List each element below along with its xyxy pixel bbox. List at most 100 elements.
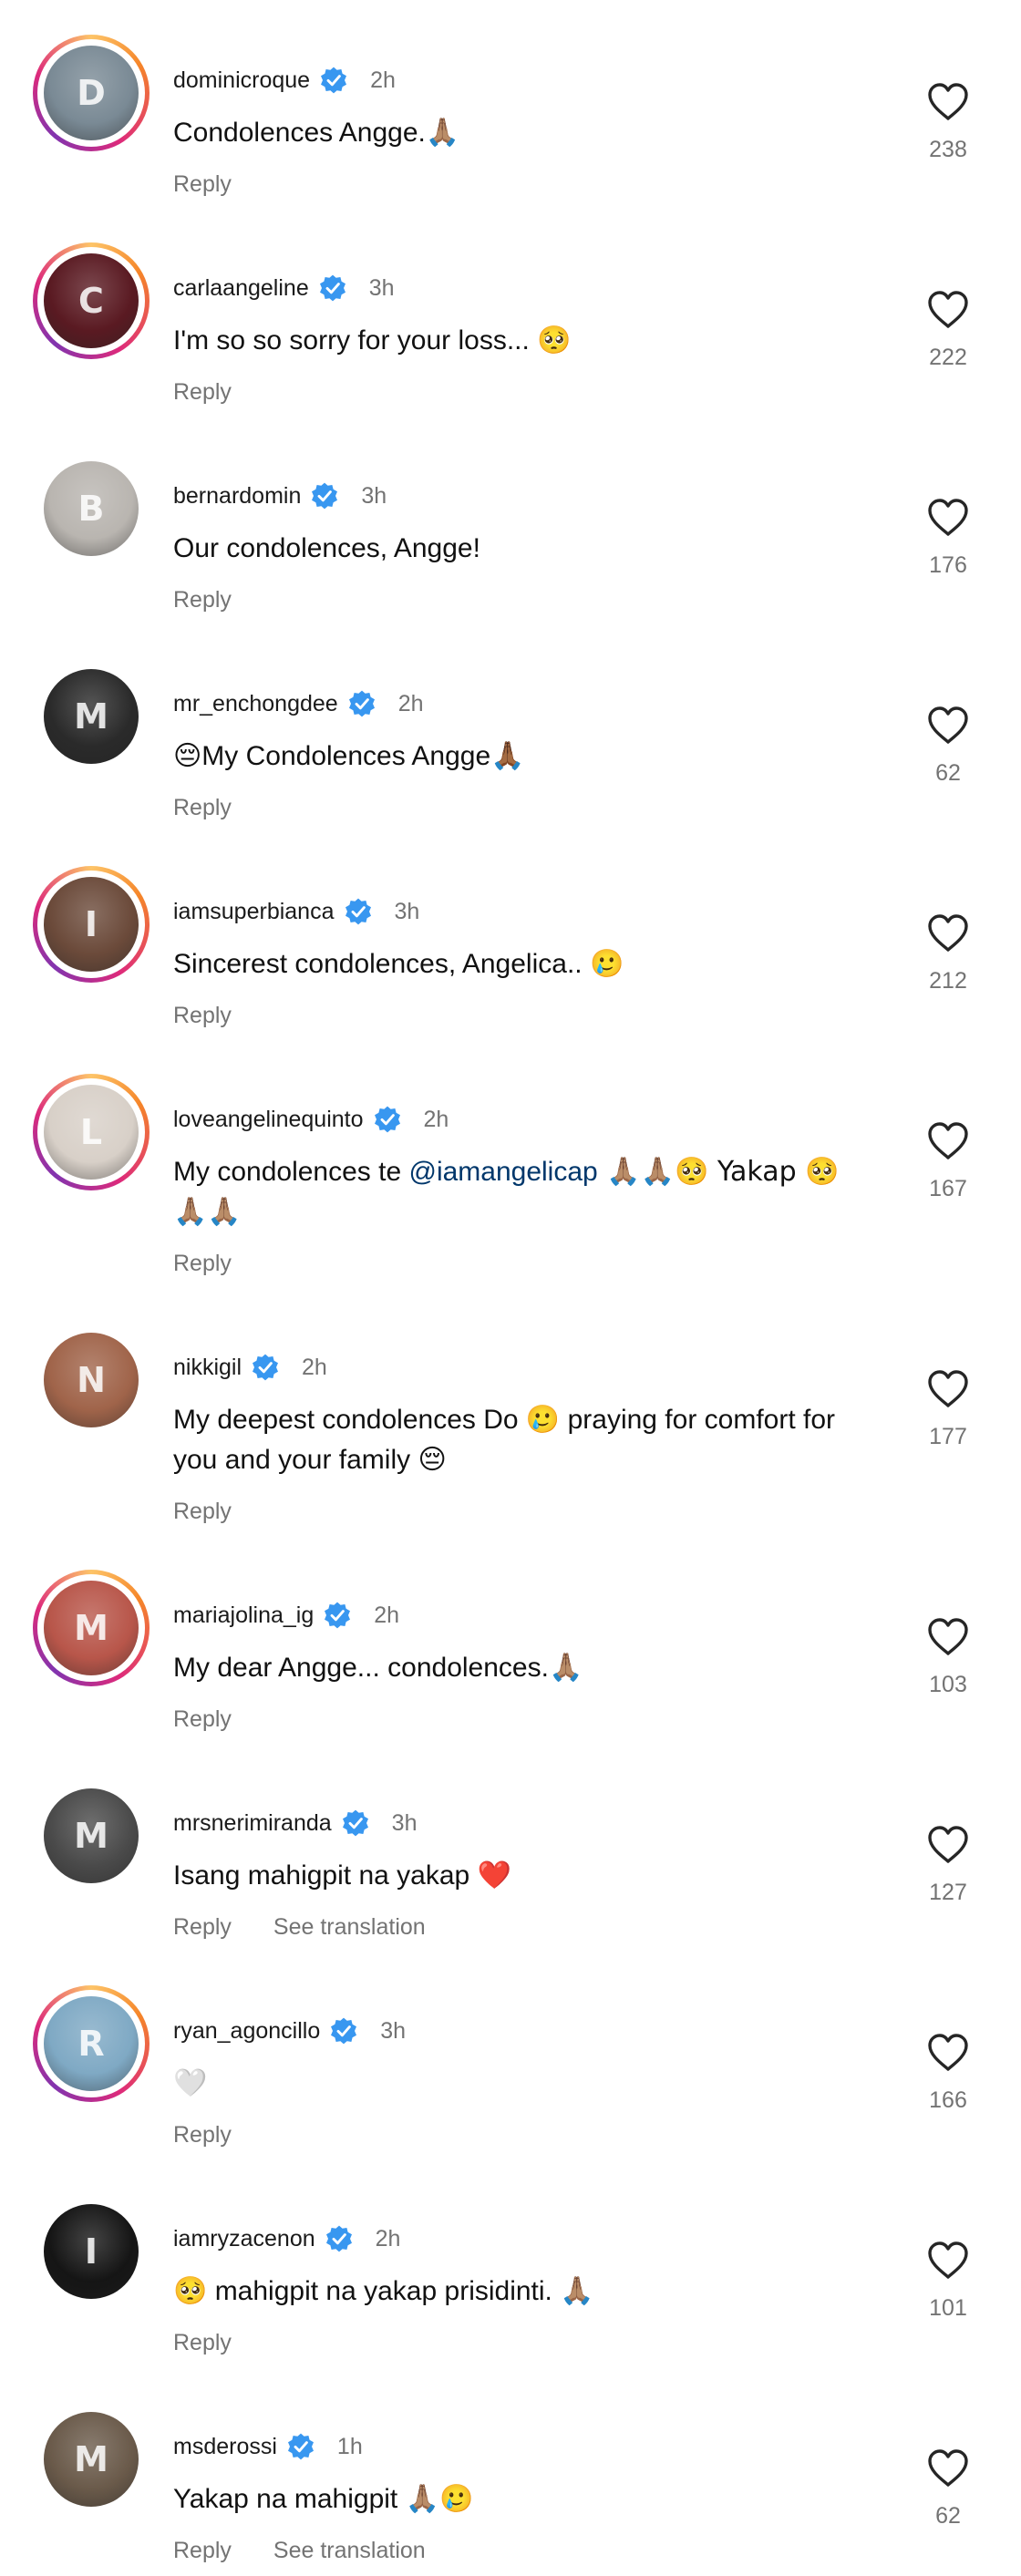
emoji: 🥺	[173, 2275, 208, 2307]
username[interactable]: iamryzacenon	[173, 2226, 315, 2252]
verified-badge-icon	[319, 274, 345, 302]
like-count: 127	[929, 1880, 967, 1905]
comment-text: Condolences Angge.🙏🏽	[173, 117, 460, 149]
username[interactable]: msderossi	[173, 2434, 277, 2460]
verified-badge-icon	[287, 2433, 314, 2460]
like-button[interactable]: 62	[902, 706, 994, 787]
verified-badge-icon	[312, 482, 338, 510]
timestamp: 2h	[374, 1602, 400, 1628]
reply-button[interactable]: Reply	[173, 1706, 232, 1733]
username[interactable]: iamsuperbianca	[173, 899, 335, 925]
reply-button[interactable]: Reply	[173, 587, 232, 613]
timestamp: 3h	[380, 2017, 407, 2044]
like-button[interactable]: 103	[902, 1617, 994, 1698]
reply-button[interactable]: Reply	[173, 1499, 232, 1525]
avatar[interactable]: L	[33, 1074, 150, 1190]
like-count: 103	[929, 1672, 967, 1697]
avatar[interactable]: R	[33, 1985, 150, 2102]
heart-icon[interactable]	[926, 2033, 970, 2073]
heart-icon[interactable]	[926, 913, 970, 953]
reply-button[interactable]: Reply	[173, 795, 232, 821]
avatar-image: I	[44, 877, 139, 972]
heart-icon[interactable]	[926, 1617, 970, 1657]
avatar[interactable]: B	[33, 450, 150, 567]
verified-badge-icon	[374, 1106, 400, 1133]
like-button[interactable]: 101	[902, 2241, 994, 2322]
timestamp: 2h	[375, 2225, 401, 2251]
like-button[interactable]: 222	[902, 290, 994, 371]
like-button[interactable]: 167	[902, 1121, 994, 1202]
mention-link[interactable]: @iamangelicap	[408, 1157, 597, 1187]
like-count: 222	[929, 345, 967, 370]
reply-button[interactable]: Reply	[173, 2330, 232, 2356]
username[interactable]: bernardomin	[173, 483, 301, 510]
heart-icon[interactable]	[926, 1825, 970, 1865]
like-button[interactable]: 177	[902, 1369, 994, 1450]
avatar[interactable]: I	[33, 866, 150, 983]
heart-icon[interactable]	[926, 706, 970, 746]
avatar[interactable]: N	[33, 1322, 150, 1438]
username[interactable]: dominicroque	[173, 67, 310, 94]
avatar[interactable]: I	[33, 2193, 150, 2310]
avatar[interactable]: M	[33, 1777, 150, 1894]
avatar[interactable]: M	[33, 658, 150, 775]
comment-text: 🤍	[173, 2064, 866, 2104]
verified-badge-icon	[348, 690, 375, 717]
emoji: 😔	[173, 740, 202, 772]
avatar-image: N	[44, 1333, 139, 1427]
avatar-image: B	[44, 461, 139, 556]
heart-icon[interactable]	[926, 498, 970, 538]
heart-icon[interactable]	[926, 290, 970, 330]
timestamp: 3h	[394, 898, 420, 924]
avatar[interactable]: M	[33, 1570, 150, 1686]
like-button[interactable]: 166	[902, 2033, 994, 2114]
emoji: 🙏🏾	[490, 740, 525, 772]
reply-button[interactable]: Reply	[173, 171, 232, 198]
avatar-image: L	[44, 1085, 139, 1180]
see-translation-button[interactable]: See translation	[273, 1914, 426, 1941]
reply-button[interactable]: Reply	[173, 1251, 232, 1277]
comment-text: My deepest condolences Do 🥲 praying for …	[173, 1405, 836, 1476]
comment-text: My condolences te @iamangelicap 🙏🏽🙏🏽🥺 Ya…	[173, 1156, 840, 1228]
username[interactable]: mariajolina_ig	[173, 1602, 314, 1629]
username[interactable]: loveangelinequinto	[173, 1107, 364, 1133]
see-translation-button[interactable]: See translation	[273, 2538, 426, 2564]
like-count: 177	[929, 1424, 967, 1449]
reply-button[interactable]: Reply	[173, 379, 232, 406]
avatar[interactable]: D	[33, 35, 150, 151]
like-count: 101	[929, 2295, 967, 2321]
like-button[interactable]: 176	[902, 498, 994, 579]
heart-icon[interactable]	[926, 82, 970, 122]
heart-icon[interactable]	[926, 1121, 970, 1161]
username[interactable]: mr_enchongdee	[173, 691, 338, 717]
avatar-image: M	[44, 1788, 139, 1883]
username[interactable]: carlaangeline	[173, 275, 309, 302]
reply-button[interactable]: Reply	[173, 2538, 232, 2564]
username[interactable]: ryan_agoncillo	[173, 2018, 320, 2045]
heart-icon[interactable]	[926, 1369, 970, 1409]
heart-icon[interactable]	[926, 2241, 970, 2281]
heart-icon[interactable]	[926, 2448, 970, 2488]
like-count: 62	[935, 760, 961, 786]
comment-text: I'm so so sorry for your loss... 🥺	[173, 325, 572, 356]
reply-button[interactable]: Reply	[173, 1914, 232, 1941]
verified-badge-icon	[321, 67, 347, 94]
verified-badge-icon	[342, 1809, 368, 1837]
reply-button[interactable]: Reply	[173, 1003, 232, 1029]
verified-badge-icon	[331, 2017, 357, 2045]
reply-button[interactable]: Reply	[173, 2122, 232, 2148]
like-button[interactable]: 127	[902, 1825, 994, 1906]
comment-text: Our condolences, Angge!	[173, 533, 480, 563]
like-button[interactable]: 62	[902, 2448, 994, 2530]
username[interactable]: mrsnerimiranda	[173, 1810, 332, 1837]
avatar[interactable]: M	[33, 2401, 150, 2518]
avatar[interactable]: C	[33, 242, 150, 359]
emoji: 🥲	[589, 948, 624, 980]
emoji: 🥺	[537, 325, 572, 356]
username[interactable]: nikkigil	[173, 1355, 242, 1381]
like-button[interactable]: 238	[902, 82, 994, 163]
like-button[interactable]: 212	[902, 913, 994, 994]
avatar-image: I	[44, 2204, 139, 2299]
timestamp: 2h	[370, 67, 396, 93]
like-count: 62	[935, 2503, 961, 2529]
